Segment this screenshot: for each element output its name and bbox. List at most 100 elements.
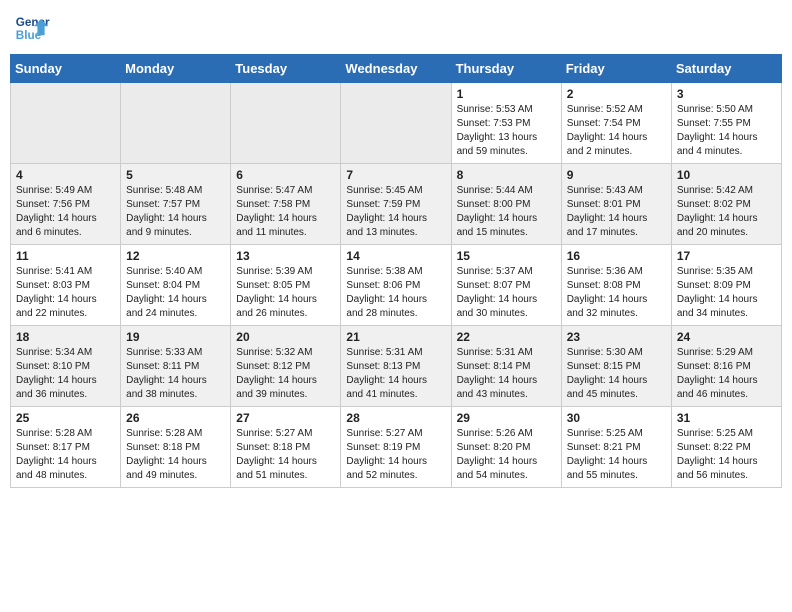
calendar-cell: 17 Sunrise: 5:35 AMSunset: 8:09 PMDayligh… (671, 245, 781, 326)
day-info: Sunrise: 5:44 AMSunset: 8:00 PMDaylight:… (457, 184, 556, 240)
day-info: Sunrise: 5:38 AMSunset: 8:06 PMDaylight:… (346, 265, 445, 321)
day-info: Sunrise: 5:49 AMSunset: 7:56 PMDaylight:… (16, 184, 115, 240)
calendar-cell (341, 83, 451, 164)
day-number: 4 (16, 168, 115, 182)
day-number: 20 (236, 330, 335, 344)
calendar-cell: 23Sunrise: 5:30 AMSunset: 8:15 PMDayligh… (561, 326, 671, 407)
day-number: 7 (346, 168, 445, 182)
weekday-header-monday: Monday (121, 55, 231, 83)
weekday-header-friday: Friday (561, 55, 671, 83)
day-info: Sunrise: 5:43 AMSunset: 8:01 PMDaylight:… (567, 184, 666, 240)
day-info: Sunrise: 5:35 AMSunset: 8:09 PMDaylight:… (677, 265, 776, 321)
day-info: Sunrise: 5:47 AMSunset: 7:58 PMDaylight:… (236, 184, 335, 240)
calendar-cell: 19Sunrise: 5:33 AMSunset: 8:11 PMDayligh… (121, 326, 231, 407)
day-number: 9 (567, 168, 666, 182)
day-info: Sunrise: 5:28 AMSunset: 8:17 PMDaylight:… (16, 427, 115, 483)
calendar-cell: 22 Sunrise: 5:31 AMSunset: 8:14 PMDayligh… (451, 326, 561, 407)
logo-icon: General Blue (14, 10, 50, 46)
day-number: 27 (236, 411, 335, 425)
calendar-week-2: 4 Sunrise: 5:49 AMSunset: 7:56 PMDaylight… (11, 164, 782, 245)
calendar-cell: 14 Sunrise: 5:38 AMSunset: 8:06 PMDayligh… (341, 245, 451, 326)
day-number: 31 (677, 411, 776, 425)
day-number: 8 (457, 168, 556, 182)
calendar-cell: 2 Sunrise: 5:52 AMSunset: 7:54 PMDaylight… (561, 83, 671, 164)
calendar-week-3: 11Sunrise: 5:41 AMSunset: 8:03 PMDayligh… (11, 245, 782, 326)
calendar-cell: 28 Sunrise: 5:27 AMSunset: 8:19 PMDayligh… (341, 407, 451, 488)
calendar-week-4: 18Sunrise: 5:34 AMSunset: 8:10 PMDayligh… (11, 326, 782, 407)
day-info: Sunrise: 5:52 AMSunset: 7:54 PMDaylight:… (567, 103, 666, 159)
calendar-cell: 6Sunrise: 5:47 AMSunset: 7:58 PMDaylight… (231, 164, 341, 245)
day-number: 23 (567, 330, 666, 344)
day-info: Sunrise: 5:25 AMSunset: 8:21 PMDaylight:… (567, 427, 666, 483)
day-number: 21 (346, 330, 445, 344)
weekday-header-wednesday: Wednesday (341, 55, 451, 83)
day-number: 19 (126, 330, 225, 344)
day-number: 17 (677, 249, 776, 263)
day-info: Sunrise: 5:27 AMSunset: 8:19 PMDaylight:… (346, 427, 445, 483)
calendar-cell: 16Sunrise: 5:36 AMSunset: 8:08 PMDayligh… (561, 245, 671, 326)
day-number: 3 (677, 87, 776, 101)
day-number: 12 (126, 249, 225, 263)
day-info: Sunrise: 5:27 AMSunset: 8:18 PMDaylight:… (236, 427, 335, 483)
calendar-cell (11, 83, 121, 164)
calendar-week-1: 1 Sunrise: 5:53 AMSunset: 7:53 PMDaylight… (11, 83, 782, 164)
calendar-cell: 8 Sunrise: 5:44 AMSunset: 8:00 PMDaylight… (451, 164, 561, 245)
weekday-header-saturday: Saturday (671, 55, 781, 83)
weekday-header-sunday: Sunday (11, 55, 121, 83)
calendar-cell (231, 83, 341, 164)
day-info: Sunrise: 5:48 AMSunset: 7:57 PMDaylight:… (126, 184, 225, 240)
day-number: 30 (567, 411, 666, 425)
day-number: 18 (16, 330, 115, 344)
calendar-cell: 12Sunrise: 5:40 AMSunset: 8:04 PMDayligh… (121, 245, 231, 326)
calendar-cell: 25Sunrise: 5:28 AMSunset: 8:17 PMDayligh… (11, 407, 121, 488)
day-info: Sunrise: 5:42 AMSunset: 8:02 PMDaylight:… (677, 184, 776, 240)
day-number: 1 (457, 87, 556, 101)
day-info: Sunrise: 5:39 AMSunset: 8:05 PMDaylight:… (236, 265, 335, 321)
calendar-cell: 27 Sunrise: 5:27 AMSunset: 8:18 PMDayligh… (231, 407, 341, 488)
calendar-cell (121, 83, 231, 164)
calendar-cell: 1 Sunrise: 5:53 AMSunset: 7:53 PMDaylight… (451, 83, 561, 164)
day-number: 5 (126, 168, 225, 182)
day-number: 15 (457, 249, 556, 263)
calendar-cell: 30 Sunrise: 5:25 AMSunset: 8:21 PMDayligh… (561, 407, 671, 488)
day-number: 26 (126, 411, 225, 425)
calendar-cell: 29Sunrise: 5:26 AMSunset: 8:20 PMDayligh… (451, 407, 561, 488)
day-number: 24 (677, 330, 776, 344)
day-number: 2 (567, 87, 666, 101)
calendar-cell: 3Sunrise: 5:50 AMSunset: 7:55 PMDaylight… (671, 83, 781, 164)
calendar-cell: 24Sunrise: 5:29 AMSunset: 8:16 PMDayligh… (671, 326, 781, 407)
logo: General Blue (14, 10, 50, 46)
calendar-table: SundayMondayTuesdayWednesdayThursdayFrid… (10, 54, 782, 488)
page-header: General Blue (10, 10, 782, 46)
weekday-header-thursday: Thursday (451, 55, 561, 83)
calendar-cell: 13 Sunrise: 5:39 AMSunset: 8:05 PMDayligh… (231, 245, 341, 326)
day-info: Sunrise: 5:31 AMSunset: 8:13 PMDaylight:… (346, 346, 445, 402)
day-number: 14 (346, 249, 445, 263)
day-info: Sunrise: 5:32 AMSunset: 8:12 PMDaylight:… (236, 346, 335, 402)
svg-text:General: General (16, 16, 50, 29)
calendar-cell: 11Sunrise: 5:41 AMSunset: 8:03 PMDayligh… (11, 245, 121, 326)
day-info: Sunrise: 5:37 AMSunset: 8:07 PMDaylight:… (457, 265, 556, 321)
day-number: 13 (236, 249, 335, 263)
day-info: Sunrise: 5:53 AMSunset: 7:53 PMDaylight:… (457, 103, 556, 159)
day-info: Sunrise: 5:25 AMSunset: 8:22 PMDaylight:… (677, 427, 776, 483)
day-info: Sunrise: 5:26 AMSunset: 8:20 PMDaylight:… (457, 427, 556, 483)
calendar-cell: 5 Sunrise: 5:48 AMSunset: 7:57 PMDaylight… (121, 164, 231, 245)
calendar-cell: 7 Sunrise: 5:45 AMSunset: 7:59 PMDaylight… (341, 164, 451, 245)
weekday-header-row: SundayMondayTuesdayWednesdayThursdayFrid… (11, 55, 782, 83)
calendar-cell: 9 Sunrise: 5:43 AMSunset: 8:01 PMDaylight… (561, 164, 671, 245)
day-info: Sunrise: 5:31 AMSunset: 8:14 PMDaylight:… (457, 346, 556, 402)
calendar-cell: 15 Sunrise: 5:37 AMSunset: 8:07 PMDayligh… (451, 245, 561, 326)
weekday-header-tuesday: Tuesday (231, 55, 341, 83)
day-number: 28 (346, 411, 445, 425)
day-info: Sunrise: 5:41 AMSunset: 8:03 PMDaylight:… (16, 265, 115, 321)
day-info: Sunrise: 5:36 AMSunset: 8:08 PMDaylight:… (567, 265, 666, 321)
calendar-cell: 4 Sunrise: 5:49 AMSunset: 7:56 PMDaylight… (11, 164, 121, 245)
day-info: Sunrise: 5:45 AMSunset: 7:59 PMDaylight:… (346, 184, 445, 240)
day-number: 22 (457, 330, 556, 344)
calendar-cell: 26Sunrise: 5:28 AMSunset: 8:18 PMDayligh… (121, 407, 231, 488)
calendar-week-5: 25Sunrise: 5:28 AMSunset: 8:17 PMDayligh… (11, 407, 782, 488)
day-number: 10 (677, 168, 776, 182)
calendar-cell: 20 Sunrise: 5:32 AMSunset: 8:12 PMDayligh… (231, 326, 341, 407)
calendar-cell: 18Sunrise: 5:34 AMSunset: 8:10 PMDayligh… (11, 326, 121, 407)
